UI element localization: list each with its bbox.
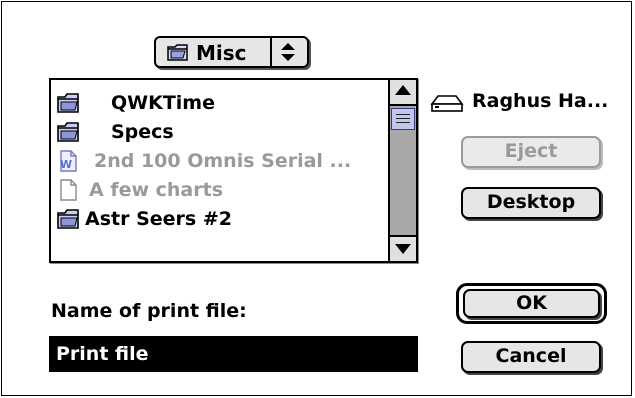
folder-popup-label: Misc: [196, 41, 247, 65]
file-name-value: Print file: [54, 341, 151, 367]
folder-icon: [167, 44, 188, 61]
file-list-items: QWKTime Specs W 2nd 100 Omnis Serial ...: [51, 80, 388, 261]
popup-divider: [270, 38, 272, 66]
list-item-document: W 2nd 100 Omnis Serial ...: [53, 146, 388, 176]
list-item-document: A few charts: [53, 175, 388, 205]
list-item-folder[interactable]: Astr Seers #2: [53, 204, 388, 234]
list-item-folder[interactable]: Specs: [53, 117, 388, 147]
folder-icon: [57, 93, 79, 113]
folder-icon: [57, 122, 79, 142]
name-field-label: Name of print file:: [51, 300, 247, 322]
file-name: 2nd 100 Omnis Serial ...: [94, 150, 352, 172]
updown-arrows-icon: [281, 43, 295, 61]
folder-icon: [57, 209, 79, 229]
document-icon: [60, 179, 77, 201]
file-list[interactable]: QWKTime Specs W 2nd 100 Omnis Serial ...: [49, 78, 418, 263]
file-name: QWKTime: [111, 92, 215, 114]
scroll-up-button[interactable]: [390, 80, 416, 106]
scroll-down-button[interactable]: [390, 235, 416, 261]
document-icon: W: [60, 150, 77, 172]
save-dialog: Misc QWKTime Specs W 2nd 100 Omnis Seria…: [1, 1, 632, 396]
current-volume: Raghus Ha...: [430, 86, 630, 116]
hard-disk-icon: [430, 95, 464, 112]
file-list-scrollbar[interactable]: [388, 80, 416, 261]
ok-button[interactable]: OK: [463, 289, 600, 318]
svg-text:W: W: [60, 158, 72, 171]
file-name: A few charts: [89, 179, 224, 201]
list-item-folder[interactable]: QWKTime: [53, 88, 388, 118]
desktop-button[interactable]: Desktop: [461, 187, 601, 219]
eject-button[interactable]: Eject: [461, 136, 601, 168]
folder-popup-menu[interactable]: Misc: [154, 36, 309, 68]
volume-name: Raghus Ha...: [472, 90, 609, 112]
file-name: Astr Seers #2: [85, 208, 232, 230]
cancel-button[interactable]: Cancel: [461, 341, 601, 373]
up-arrow-icon: [395, 85, 411, 95]
file-name: Specs: [111, 121, 174, 143]
default-button-ring: OK: [456, 283, 607, 324]
file-name-input[interactable]: Print file: [49, 336, 418, 372]
scroll-thumb[interactable]: [391, 108, 415, 130]
down-arrow-icon: [395, 244, 411, 254]
